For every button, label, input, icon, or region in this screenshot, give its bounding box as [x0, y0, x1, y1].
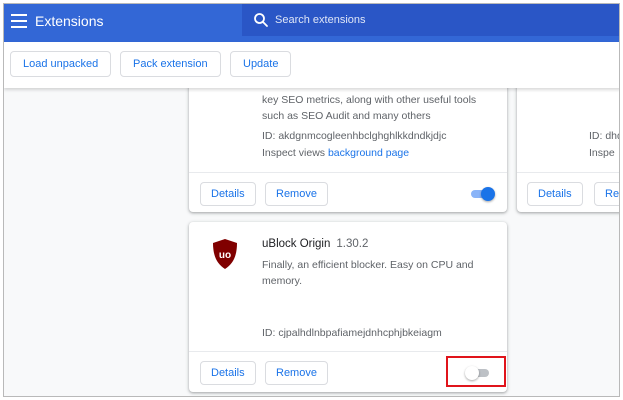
search-input[interactable]	[275, 11, 595, 29]
header-bar: Extensions	[4, 4, 619, 42]
extension-id: ID: akdgnmcogleenhbclghghlkkdndkjdjc	[262, 130, 447, 142]
extension-id: ID: dhd	[589, 130, 620, 142]
extensions-window: Extensions Load unpacked Pack extension …	[3, 3, 620, 397]
load-unpacked-button[interactable]: Load unpacked	[10, 51, 112, 77]
extension-version: 1.30.2	[336, 238, 369, 250]
details-button[interactable]: Details	[200, 182, 256, 206]
remove-button[interactable]: Rem	[594, 182, 619, 206]
search-box[interactable]	[242, 4, 619, 36]
hamburger-menu-icon[interactable]	[11, 14, 27, 28]
card-divider	[189, 172, 507, 173]
card-divider	[189, 351, 507, 352]
card-divider	[517, 172, 619, 173]
extension-description: Finally, an efficient blocker. Easy on C…	[262, 259, 474, 287]
svg-text:uo: uo	[219, 250, 231, 261]
enable-toggle-on[interactable]	[469, 186, 495, 202]
details-button[interactable]: Details	[527, 182, 583, 206]
extension-description: key SEO metrics, along with other useful…	[262, 94, 477, 122]
ublock-origin-logo-icon: uo	[213, 239, 237, 269]
background-page-link[interactable]: background page	[328, 147, 409, 159]
pack-extension-button[interactable]: Pack extension	[120, 51, 221, 77]
extension-id: ID: cjpalhdlnbpafiamejdnhcphjbkeiagm	[262, 327, 442, 339]
extension-name: uBlock Origin 1.30.2	[262, 238, 369, 250]
search-icon	[254, 13, 268, 27]
details-button[interactable]: Details	[200, 361, 256, 385]
inspect-views: Inspe	[589, 147, 615, 159]
developer-toolbar: Load unpacked Pack extension Update	[4, 42, 619, 88]
update-button[interactable]: Update	[230, 51, 292, 77]
extension-card-ublock-origin: uo uBlock Origin 1.30.2 Finally, an effic…	[189, 222, 507, 392]
remove-button[interactable]: Remove	[265, 182, 328, 206]
inspect-views: Inspect views background page	[262, 147, 410, 159]
enable-toggle-off[interactable]	[465, 365, 491, 381]
remove-button[interactable]: Remove	[265, 361, 328, 385]
page-title: Extensions	[35, 13, 104, 29]
